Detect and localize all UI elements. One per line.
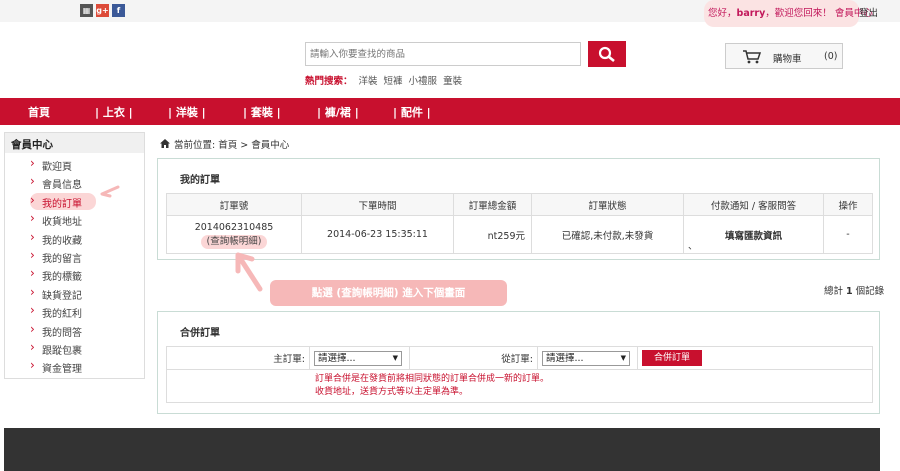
sidebar-item-qa[interactable]: 我的問答 — [28, 321, 82, 342]
nav-accessories[interactable]: | 配件 | — [393, 104, 431, 120]
arrow-left-icon — [100, 185, 120, 198]
home-icon — [160, 139, 170, 148]
footer — [4, 428, 880, 471]
orders-title: 我的訂單 — [180, 175, 220, 186]
merge-title: 合併訂單 — [180, 328, 220, 339]
logout-link[interactable]: 登出 — [859, 5, 878, 19]
payment-info-link[interactable]: 填寫匯款資訊 — [725, 231, 782, 242]
merge-note: 訂單合併是在發貨前將相同狀態的訂單合併成一新的訂單。 收貨地址，送貨方式等以主定… — [166, 369, 873, 403]
search-icon — [598, 46, 615, 62]
google-plus-icon[interactable]: g+ — [96, 4, 109, 17]
social-links: ▦ g+ f — [80, 4, 125, 17]
payment-separator: 、 — [688, 241, 698, 252]
order-amount: nt259元 — [453, 215, 532, 254]
sidebar-item-messages[interactable]: 我的留言 — [28, 248, 82, 268]
col-order-total: 訂單總金額 — [453, 193, 532, 216]
sidebar-item-member-info[interactable]: 會員信息 — [28, 174, 82, 194]
sidebar-item-out-of-stock[interactable]: 缺貨登記 — [28, 285, 82, 305]
merge-order-button[interactable]: 合併訂單 — [642, 350, 702, 366]
sub-order-select[interactable]: 請選擇... — [542, 350, 630, 366]
hot-search-link[interactable]: 短褲 — [384, 76, 403, 87]
sidebar-item-funds[interactable]: 資金管理 — [28, 358, 82, 378]
sub-order-label: 從訂單: — [409, 346, 538, 370]
cart-count: (0) — [824, 51, 838, 62]
merge-panel: 合併訂單 主訂單: 請選擇... 從訂單: 請選擇... 合併訂單 訂單合併是在… — [157, 311, 880, 414]
order-status: 已確認,未付款,未發貨 — [531, 215, 684, 254]
merge-row: 主訂單: 請選擇... 從訂單: 請選擇... 合併訂單 — [166, 346, 873, 370]
hot-search: 熱門搜索： 洋裝 短褲 小禮服 童裝 — [305, 73, 462, 87]
order-time: 2014-06-23 15:35:11 — [301, 215, 454, 254]
main-order-select[interactable]: 請選擇... — [314, 350, 402, 366]
orders-panel: 我的訂單 訂單號 下單時間 訂單總金額 訂單狀態 付款通知 / 客服問答 操作 … — [157, 158, 880, 260]
sidebar-title: 會員中心 — [5, 133, 144, 153]
sidebar-item-tracking[interactable]: 跟蹤包裹 — [28, 340, 82, 360]
sub-order-cell: 請選擇... — [537, 346, 638, 370]
hot-search-link[interactable]: 童裝 — [443, 76, 462, 87]
sidebar-item-my-orders[interactable]: 我的訂單 — [28, 193, 82, 213]
payment-notice-cell: 填寫匯款資訊 、 — [683, 215, 824, 254]
order-number: 2014062310485 — [194, 221, 274, 233]
record-total: 總計 1 個記錄 — [824, 286, 885, 297]
hot-search-link[interactable]: 小禮服 — [409, 76, 438, 87]
qr-code-icon[interactable]: ▦ — [80, 4, 93, 17]
nav-tops[interactable]: | 上衣 | — [95, 104, 133, 120]
main-order-cell: 請選擇... — [309, 346, 410, 370]
nav-pants-skirts[interactable]: | 褲/裙 | — [317, 104, 359, 120]
nav-home[interactable]: 首頁 — [28, 104, 50, 120]
hot-search-link[interactable]: 洋裝 — [359, 76, 378, 87]
member-center-link[interactable]: ，歡迎您回來！ 會員中心 — [765, 8, 873, 19]
main-order-label: 主訂單: — [166, 346, 310, 370]
sidebar-item-tags[interactable]: 我的標籤 — [28, 266, 82, 286]
merge-button-cell: 合併訂單 — [637, 346, 873, 370]
table-row: 2014062310485 (查詢帳明細) 2014-06-23 15:35:1… — [166, 215, 873, 254]
hot-search-label: 熱門搜索： — [305, 76, 353, 87]
username: barry — [736, 8, 766, 19]
nav-dresses[interactable]: | 洋裝 | — [168, 104, 206, 120]
orders-table: 訂單號 下單時間 訂單總金額 訂單狀態 付款通知 / 客服問答 操作 20140… — [166, 193, 873, 254]
sidebar-item-favorites[interactable]: 我的收藏 — [28, 230, 82, 250]
search-button[interactable] — [588, 41, 626, 67]
order-action[interactable]: - — [823, 215, 873, 254]
facebook-icon[interactable]: f — [112, 4, 125, 17]
col-order-status: 訂單狀態 — [531, 193, 684, 216]
cart-button[interactable]: 購物車 (0) — [725, 43, 843, 69]
sidebar-item-welcome[interactable]: 歡迎頁 — [28, 156, 82, 176]
arrow-up-icon — [235, 252, 263, 292]
breadcrumb: 當前位置: 首頁 > 會員中心 — [160, 137, 289, 151]
col-payment-notice: 付款通知 / 客服問答 — [683, 193, 824, 216]
sidebar-item-bonus[interactable]: 我的紅利 — [28, 303, 82, 323]
search-input[interactable] — [305, 42, 581, 66]
sidebar-item-address[interactable]: 收貨地址 — [28, 211, 82, 231]
cart-icon — [743, 50, 762, 64]
sidebar-list: 歡迎頁 會員信息 我的訂單 收貨地址 我的收藏 我的留言 我的標籤 缺貨登記 我… — [28, 156, 82, 379]
col-order-time: 下單時間 — [301, 193, 454, 216]
col-order-no: 訂單號 — [166, 193, 302, 216]
col-action: 操作 — [823, 193, 873, 216]
merge-note-row: 訂單合併是在發貨前將相同狀態的訂單合併成一新的訂單。 收貨地址，送貨方式等以主定… — [166, 369, 873, 403]
main-nav: 首頁 | 上衣 | | 洋裝 | | 套裝 | | 褲/裙 | | 配件 | — [0, 98, 900, 125]
instruction-tip: 點選 (查詢帳明細) 進入下個畫面 — [270, 280, 507, 306]
merge-table: 主訂單: 請選擇... 從訂單: 請選擇... 合併訂單 訂單合併是在發貨前將相… — [166, 346, 873, 403]
welcome-message: 您好，barry，歡迎您回來！ 會員中心 — [708, 8, 873, 19]
cart-label: 購物車 — [773, 54, 802, 65]
nav-suits[interactable]: | 套裝 | — [243, 104, 281, 120]
table-header-row: 訂單號 下單時間 訂單總金額 訂單狀態 付款通知 / 客服問答 操作 — [166, 193, 873, 216]
